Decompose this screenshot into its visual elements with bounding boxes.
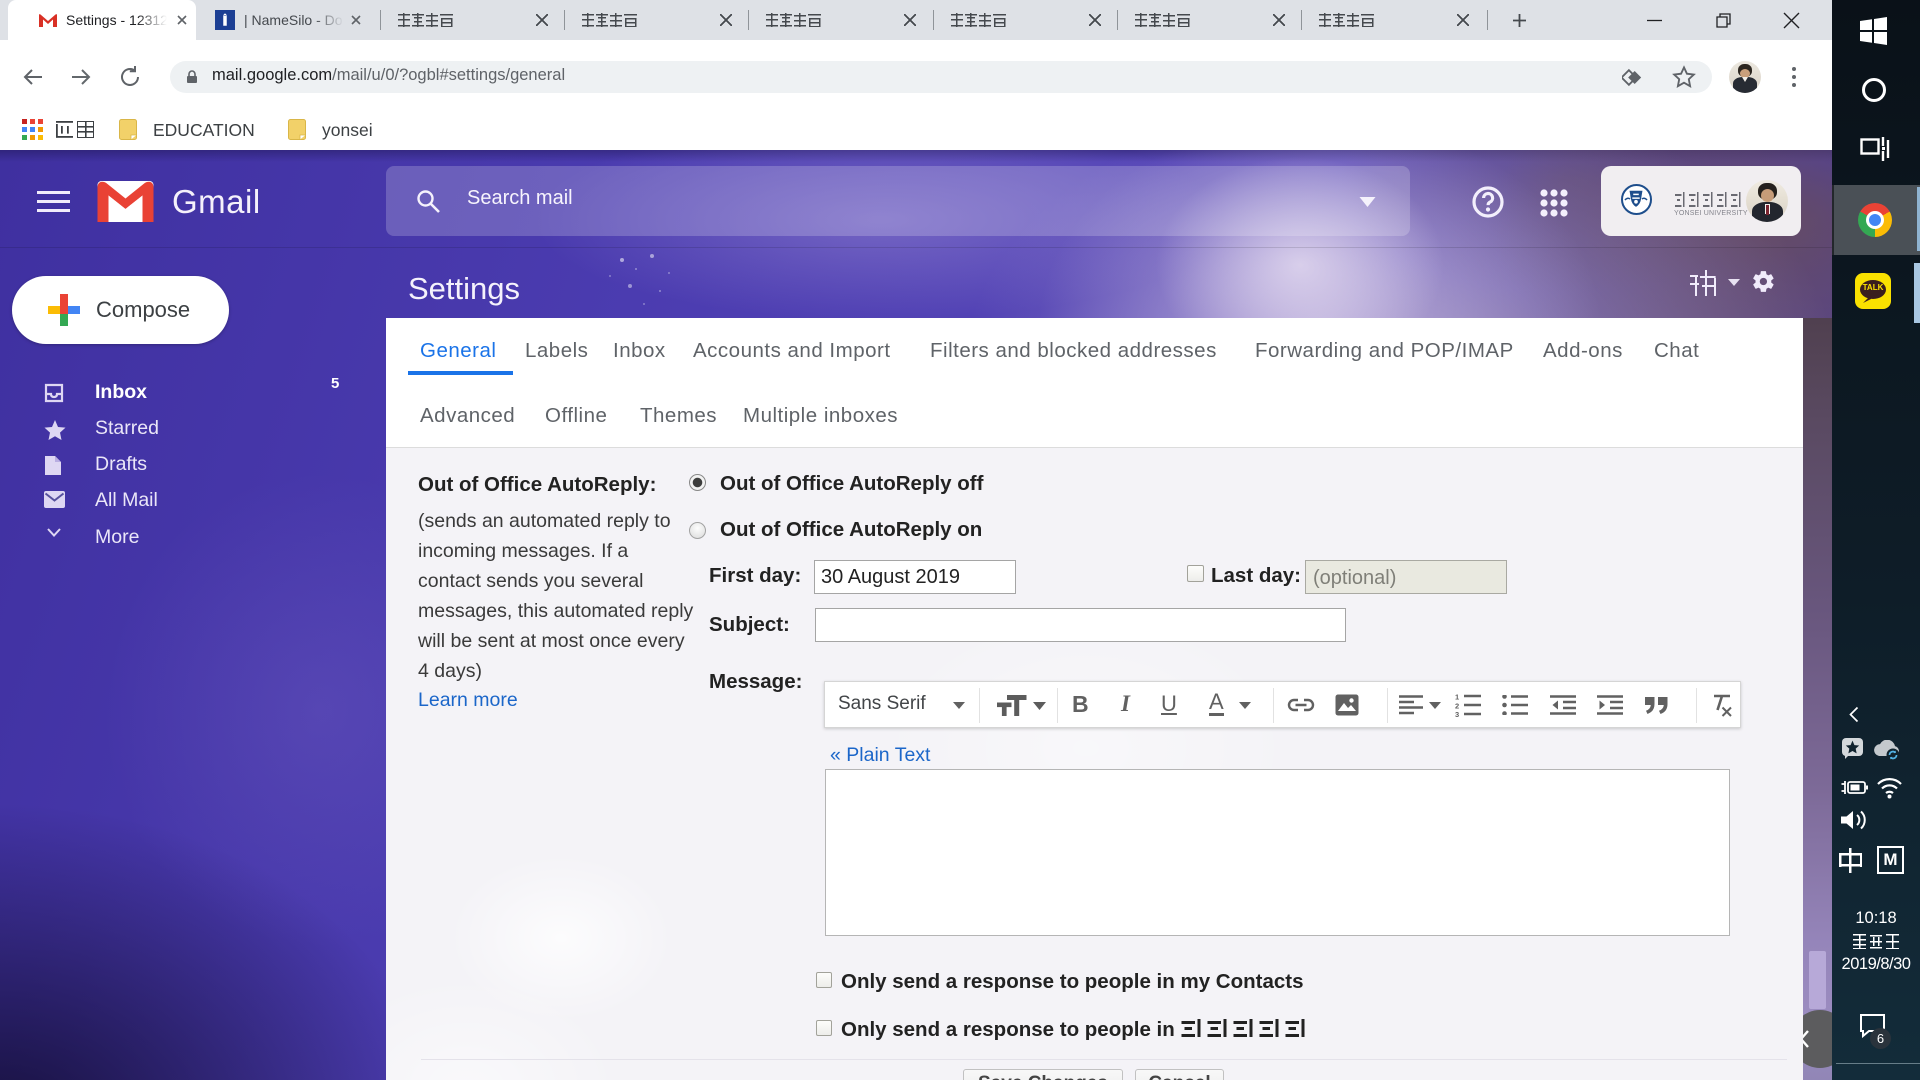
svg-text:1: 1: [1455, 693, 1459, 702]
svg-text:3: 3: [1455, 710, 1459, 717]
